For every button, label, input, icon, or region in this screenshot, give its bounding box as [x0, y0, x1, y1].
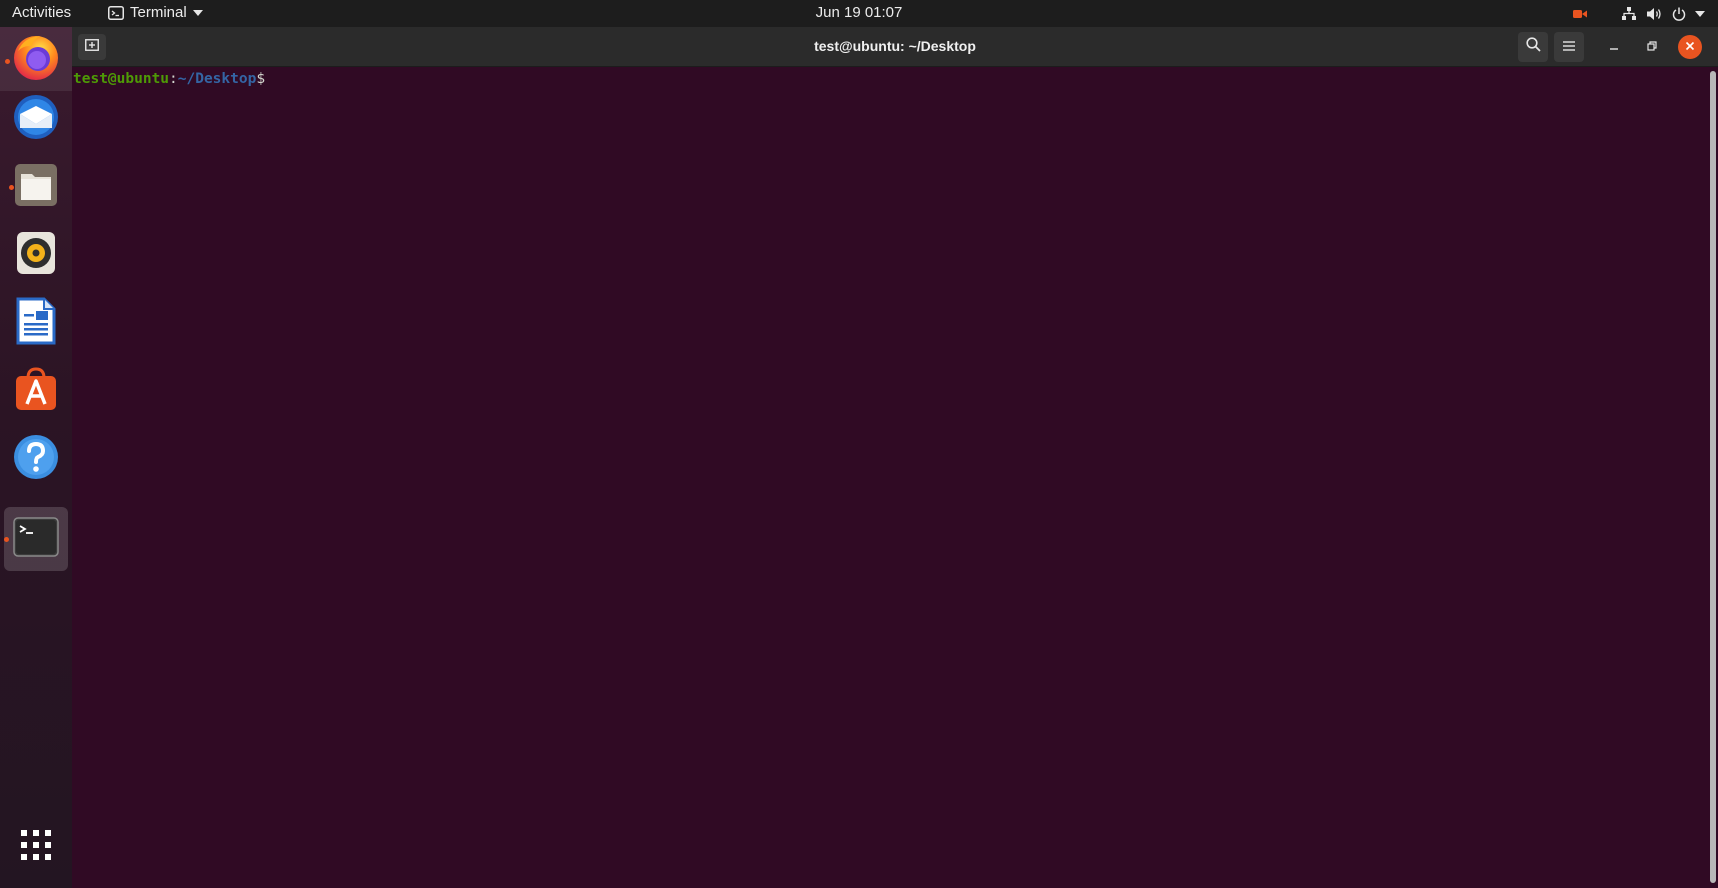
header-bar[interactable]: test@ubuntu: ~/Desktop [72, 27, 1718, 67]
clock-button[interactable]: Jun 19 01:07 [816, 4, 903, 21]
close-icon [1685, 38, 1695, 56]
show-applications-icon [20, 829, 52, 866]
system-tray[interactable] [1566, 0, 1718, 27]
firefox-icon [10, 31, 62, 88]
minimize-icon [1609, 38, 1619, 56]
help-icon [12, 433, 60, 486]
show-applications-button[interactable] [4, 815, 68, 879]
search-icon [1525, 37, 1541, 57]
activities-button[interactable]: Activities [12, 4, 71, 21]
files-icon [13, 162, 59, 213]
chevron-down-icon[interactable] [1690, 0, 1718, 27]
prompt-user-host: test@ubuntu [73, 71, 170, 87]
rhythmbox-icon [13, 230, 59, 281]
close-button[interactable] [1678, 35, 1702, 59]
terminal-small-icon [108, 5, 124, 20]
hamburger-menu-icon [1563, 38, 1575, 56]
prompt-sign: $ [256, 71, 266, 87]
app-menu-label: Terminal [130, 4, 187, 21]
terminal-window: test@ubuntu: ~/Desktop test@ubuntu:~/Des… [72, 27, 1718, 888]
dock-item-software[interactable] [4, 359, 68, 423]
dock-item-rhythmbox[interactable] [4, 223, 68, 287]
app-menu-button[interactable]: Terminal [108, 4, 203, 21]
network-icon[interactable] [1616, 0, 1642, 27]
software-icon [13, 366, 59, 417]
new-tab-button[interactable] [78, 34, 106, 60]
power-icon[interactable] [1668, 0, 1690, 27]
prompt-separator: : [169, 71, 178, 87]
dock-item-firefox[interactable] [0, 27, 72, 91]
screen-recording-icon[interactable] [1566, 0, 1594, 27]
scrollbar[interactable] [1710, 71, 1716, 883]
dock [0, 27, 72, 888]
minimize-button[interactable] [1602, 35, 1626, 59]
dock-item-terminal[interactable] [4, 507, 68, 571]
dock-item-writer[interactable] [4, 291, 68, 355]
menu-button[interactable] [1554, 32, 1584, 62]
prompt-path: ~/Desktop [177, 71, 257, 87]
running-indicator [5, 59, 10, 64]
search-button[interactable] [1518, 32, 1548, 62]
activities-label: Activities [12, 4, 72, 21]
chevron-down-icon [192, 9, 203, 16]
restore-button[interactable] [1640, 35, 1664, 59]
terminal-output[interactable]: test@ubuntu:~/Desktop$ [72, 67, 1718, 888]
dock-item-files[interactable] [4, 155, 68, 219]
writer-icon [14, 297, 58, 350]
dock-item-help[interactable] [4, 427, 68, 491]
terminal-icon [13, 516, 59, 562]
dock-item-thunderbird[interactable] [4, 87, 68, 151]
window-title: test@ubuntu: ~/Desktop [814, 38, 976, 54]
top-bar: Activities Terminal Jun 19 01:07 [0, 0, 1718, 27]
new-tab-icon [85, 38, 99, 56]
running-indicator [9, 185, 14, 190]
thunderbird-icon [11, 92, 61, 147]
running-indicator [4, 537, 9, 542]
volume-icon[interactable] [1642, 0, 1668, 27]
restore-icon [1647, 38, 1657, 56]
